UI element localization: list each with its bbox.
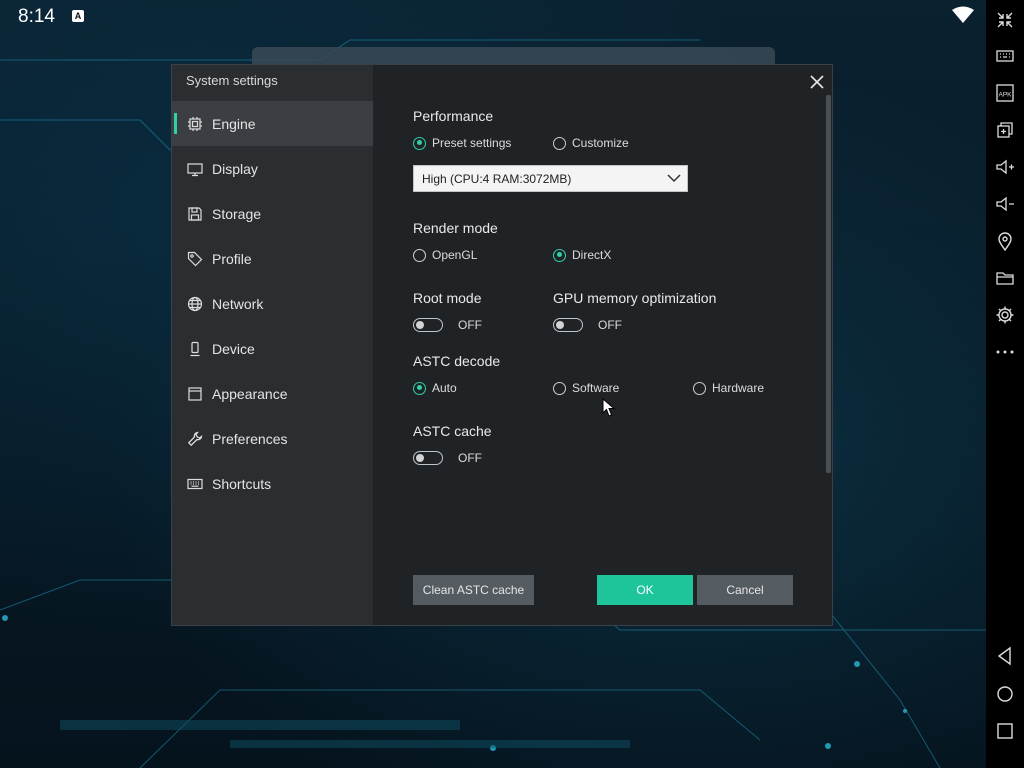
wifi-icon — [952, 6, 974, 29]
performance-select[interactable]: High (CPU:4 RAM:3072MB) — [413, 165, 688, 192]
nav-item-device[interactable]: Device — [172, 326, 373, 371]
nav-item-engine[interactable]: Engine — [172, 101, 373, 146]
cancel-button[interactable]: Cancel — [697, 575, 793, 605]
nav-label: Preferences — [212, 430, 288, 447]
astc-auto-radio[interactable]: Auto — [413, 381, 457, 395]
nav-label: Storage — [212, 205, 262, 222]
preset-settings-radio[interactable]: Preset settings — [413, 136, 511, 150]
nav-item-display[interactable]: Display — [172, 146, 373, 191]
tag-icon — [187, 251, 203, 267]
radio-dot — [693, 381, 706, 395]
toggle-state: OFF — [458, 451, 482, 465]
system-settings-dialog: System settings Engine Display Storage P… — [171, 64, 833, 626]
astc-cache-title: ASTC cache — [413, 423, 492, 439]
toggle-switch — [413, 318, 443, 332]
select-value: High (CPU:4 RAM:3072MB) — [422, 171, 572, 186]
nav-label: Appearance — [212, 385, 288, 402]
engine-settings-panel: Performance Preset settings Customize Hi… — [373, 65, 823, 625]
dialog-title: System settings — [186, 73, 278, 88]
settings-sidebar: System settings Engine Display Storage P… — [172, 65, 373, 625]
nav-label: Display — [212, 160, 258, 177]
radio-dot — [413, 381, 426, 395]
astc-cache-toggle[interactable]: OFF — [413, 451, 482, 465]
root-mode-toggle[interactable]: OFF — [413, 318, 482, 332]
toggle-state: OFF — [458, 318, 482, 332]
radio-label: Hardware — [712, 381, 765, 395]
radio-label: Customize — [572, 136, 629, 150]
radio-label: OpenGL — [432, 248, 478, 262]
scrollbar[interactable] — [826, 95, 831, 473]
astc-software-radio[interactable]: Software — [553, 381, 619, 395]
radio-dot — [553, 248, 566, 262]
radio-label: Auto — [432, 381, 457, 395]
clean-astc-cache-button[interactable]: Clean ASTC cache — [413, 575, 534, 605]
mouse-cursor-icon — [602, 397, 616, 423]
toggle-switch — [553, 318, 583, 332]
root-mode-title: Root mode — [413, 290, 482, 306]
nav-item-profile[interactable]: Profile — [172, 236, 373, 281]
radio-dot — [413, 136, 426, 150]
toggle-state: OFF — [598, 318, 622, 332]
folder-icon[interactable] — [993, 266, 1017, 290]
radio-label: Preset settings — [432, 136, 512, 150]
nav-label: Shortcuts — [212, 475, 272, 492]
opengl-radio[interactable]: OpenGL — [413, 248, 477, 262]
settings-icon[interactable] — [993, 303, 1017, 327]
customize-radio[interactable]: Customize — [553, 136, 629, 150]
window-icon — [187, 386, 203, 402]
nav-label: Profile — [212, 250, 252, 267]
monitor-icon — [187, 161, 203, 177]
chevron-down-icon — [667, 171, 681, 188]
nav-item-network[interactable]: Network — [172, 281, 373, 326]
nav-label: Device — [212, 340, 255, 357]
notification-badge: A — [72, 10, 84, 22]
toggle-switch — [413, 451, 443, 465]
recents-icon[interactable] — [993, 719, 1017, 743]
gpu-memory-toggle[interactable]: OFF — [553, 318, 622, 332]
home-icon[interactable] — [993, 682, 1017, 706]
radio-dot — [553, 381, 566, 395]
keyboard-icon[interactable] — [993, 44, 1017, 68]
astc-decode-title: ASTC decode — [413, 353, 501, 369]
radio-dot — [553, 136, 566, 150]
globe-icon — [187, 296, 203, 312]
apk-icon[interactable]: APK — [993, 81, 1017, 105]
nav-item-preferences[interactable]: Preferences — [172, 416, 373, 461]
apk-label: APK — [998, 92, 1012, 99]
clock: 8:14 — [18, 6, 55, 27]
save-icon — [187, 206, 203, 222]
volume-up-icon[interactable] — [993, 155, 1017, 179]
ok-button[interactable]: OK — [597, 575, 693, 605]
radio-label: DirectX — [572, 248, 612, 262]
collapse-icon[interactable] — [993, 8, 1017, 32]
status-bar: 8:14 A — [0, 0, 986, 32]
astc-hardware-radio[interactable]: Hardware — [693, 381, 764, 395]
volume-down-icon[interactable] — [993, 192, 1017, 216]
keyboard-icon — [187, 476, 203, 492]
directx-radio[interactable]: DirectX — [553, 248, 611, 262]
back-icon[interactable] — [993, 644, 1017, 668]
performance-title: Performance — [413, 108, 494, 124]
wrench-icon — [187, 431, 203, 447]
emulator-toolbar: APK — [986, 0, 1024, 768]
radio-dot — [413, 248, 426, 262]
more-icon[interactable] — [993, 340, 1017, 364]
nav-label: Engine — [212, 115, 256, 132]
render-mode-title: Render mode — [413, 220, 498, 236]
phone-icon — [187, 341, 203, 357]
radio-label: Software — [572, 381, 620, 395]
nav-item-shortcuts[interactable]: Shortcuts — [172, 461, 373, 506]
chip-icon — [187, 116, 203, 132]
gpu-memory-title: GPU memory optimization — [553, 290, 717, 306]
nav-item-storage[interactable]: Storage — [172, 191, 373, 236]
nav-item-appearance[interactable]: Appearance — [172, 371, 373, 416]
add-window-icon[interactable] — [993, 118, 1017, 142]
location-icon[interactable] — [993, 229, 1017, 253]
nav-label: Network — [212, 295, 264, 312]
